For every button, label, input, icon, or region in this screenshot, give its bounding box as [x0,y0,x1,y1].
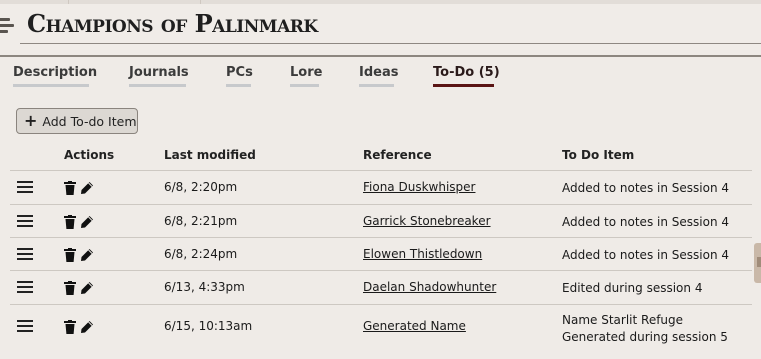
drag-handle-icon[interactable] [17,320,33,332]
sidebar-toggle-icon[interactable] [0,18,14,34]
page-header: Champions of Palinmark [0,0,761,50]
pencil-icon[interactable] [80,280,94,299]
add-todo-button[interactable]: + Add To-do Item [16,108,138,134]
todo-item-text: Generated during session 5 [562,330,728,344]
trash-icon[interactable] [64,247,76,266]
todo-item-cell: Edited during session 4 [562,280,702,297]
tab-ideas[interactable]: Ideas [359,65,398,87]
todo-item-cell: Added to notes in Session 4 [562,214,729,231]
trash-icon[interactable] [64,214,76,233]
add-todo-label: Add To-do Item [42,113,137,129]
last-modified-cell: 6/8, 2:24pm [164,246,238,261]
tab-pcs[interactable]: PCs [226,65,253,87]
drag-handle-icon[interactable] [17,214,33,227]
todo-item-cell: Added to notes in Session 4 [562,180,729,197]
todo-item-cell: Name Starlit Refuge Generated during sess… [562,312,728,346]
drag-handle-icon[interactable] [17,247,33,260]
reference-link[interactable]: Generated Name [363,319,466,333]
todo-item-text: Added to notes in Session 4 [562,181,729,195]
reference-link[interactable]: Fiona Duskwhisper [363,180,475,194]
pencil-icon[interactable] [80,319,94,338]
table-row: 6/15, 10:13am Generated Name Name Starlit … [10,304,752,348]
last-modified-cell: 6/15, 10:13am [164,319,253,333]
todo-item-text: Edited during session 4 [562,281,703,295]
pencil-icon[interactable] [80,247,94,266]
tab-label: PCs [226,65,253,80]
tab-underline [359,84,394,87]
last-modified-cell: 6/8, 2:20pm [164,180,238,194]
tab-label: Journals [129,65,189,80]
todo-item-text: Added to notes in Session 4 [562,247,729,262]
last-modified-cell: 6/8, 2:21pm [164,213,238,228]
todo-item-cell: Added to notes in Session 4 [562,247,729,264]
title-divider [20,43,761,44]
table-row: 6/8, 2:20pm Fiona Duskwhisper Added to not… [10,170,752,204]
column-header-todo-item[interactable]: To Do Item [562,148,634,162]
tab-lore[interactable]: Lore [290,65,323,87]
tab-underline [290,84,319,87]
tab-underline [13,84,89,87]
row-divider [10,170,752,171]
side-panel-handle[interactable] [754,243,761,283]
last-modified-cell: 6/13, 4:33pm [164,280,245,294]
drag-handle-icon[interactable] [17,281,33,293]
tab-underline [129,84,186,87]
tabs-divider [0,55,761,57]
tab-underline-active [433,84,494,87]
tab-label: To-Do (5) [433,65,500,80]
trash-icon[interactable] [64,280,76,299]
top-strip [0,0,761,4]
column-header-last-modified[interactable]: Last modified [164,148,256,162]
drag-handle-icon[interactable] [17,181,33,193]
tab-label: Lore [290,65,323,80]
pencil-icon[interactable] [80,214,94,233]
plus-icon: + [24,111,38,130]
reference-link[interactable]: Elowen Thistledown [363,247,482,261]
tab-todo[interactable]: To-Do (5) [433,65,500,87]
table-row: 6/8, 2:24pm Elowen Thistledown Added to no… [10,237,752,270]
tab-description[interactable]: Description [13,65,97,87]
column-header-actions: Actions [64,148,115,162]
row-divider [10,237,752,238]
tab-label: Description [13,65,98,80]
row-divider [10,304,752,305]
table-row: 6/13, 4:33pm Daelan Shadowhunter Edited du… [10,270,752,304]
todo-item-text: Added to notes in Session 4 [562,214,729,229]
todo-item-text: Name Starlit Refuge [562,313,684,327]
pencil-icon[interactable] [80,180,94,199]
reference-link[interactable]: Daelan Shadowhunter [363,280,496,294]
tab-journals[interactable]: Journals [129,65,189,87]
row-divider [10,204,752,205]
tab-underline [226,84,251,87]
trash-icon[interactable] [64,180,76,199]
row-divider [10,270,752,271]
reference-link[interactable]: Garrick Stonebreaker [363,214,491,228]
table-row: 6/8, 2:21pm Garrick Stonebreaker Added to … [10,204,752,237]
page-title: Champions of Palinmark [27,9,318,38]
column-header-reference[interactable]: Reference [363,148,432,162]
trash-icon[interactable] [64,319,76,338]
tab-label: Ideas [359,65,399,80]
